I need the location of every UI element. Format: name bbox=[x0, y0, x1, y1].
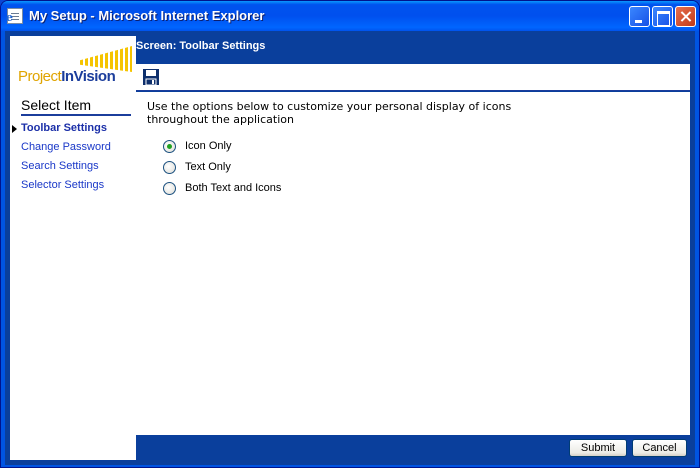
sidebar-nav: Toolbar Settings Change Password Search … bbox=[10, 119, 136, 195]
current-item-arrow-icon bbox=[12, 125, 17, 133]
page-content: ProjectInVision Select Item Toolbar Sett… bbox=[5, 31, 695, 465]
sidebar-item-label: Change Password bbox=[21, 141, 111, 153]
close-button[interactable] bbox=[675, 6, 696, 27]
sidebar-item-label: Search Settings bbox=[21, 160, 99, 172]
ie-document-icon bbox=[6, 8, 23, 24]
sidebar-item-label: Selector Settings bbox=[21, 179, 105, 191]
sidebar-item-search-settings[interactable]: Search Settings bbox=[10, 157, 136, 176]
projectinvision-logo: ProjectInVision bbox=[14, 46, 134, 85]
screen-title: Screen: Toolbar Settings bbox=[136, 40, 266, 52]
option-label: Text Only bbox=[185, 161, 231, 173]
floppy-disk-icon[interactable] bbox=[142, 68, 160, 86]
logo-text-invision: InVision bbox=[61, 68, 116, 85]
sidebar-item-selector-settings[interactable]: Selector Settings bbox=[10, 176, 136, 195]
toolbar bbox=[136, 64, 690, 91]
browser-window: My Setup - Microsoft Internet Explorer P… bbox=[0, 0, 700, 468]
logo-text-project: Project bbox=[18, 68, 62, 85]
sidebar: ProjectInVision Select Item Toolbar Sett… bbox=[10, 36, 136, 460]
minimize-button[interactable] bbox=[629, 6, 650, 27]
maximize-button[interactable] bbox=[652, 6, 673, 27]
option-label: Both Text and Icons bbox=[185, 182, 282, 194]
sidebar-item-label: Toolbar Settings bbox=[21, 122, 107, 134]
option-label: Icon Only bbox=[185, 140, 232, 152]
radio-both-text-and-icons[interactable] bbox=[163, 182, 176, 195]
radio-text-only[interactable] bbox=[163, 161, 176, 174]
settings-form: Use the options below to customize your … bbox=[136, 92, 690, 435]
footer-bar: Submit Cancel bbox=[136, 435, 690, 460]
instructions-text: Use the options below to customize your … bbox=[147, 100, 512, 126]
cancel-button[interactable]: Cancel bbox=[632, 439, 687, 457]
sidebar-item-toolbar-settings[interactable]: Toolbar Settings bbox=[10, 119, 136, 138]
title-bar[interactable]: My Setup - Microsoft Internet Explorer bbox=[1, 1, 699, 31]
window-title: My Setup - Microsoft Internet Explorer bbox=[29, 8, 265, 23]
submit-button[interactable]: Submit bbox=[569, 439, 627, 457]
sidebar-item-change-password[interactable]: Change Password bbox=[10, 138, 136, 157]
select-item-heading: Select Item bbox=[21, 97, 131, 116]
radio-icon-only[interactable] bbox=[163, 140, 176, 153]
